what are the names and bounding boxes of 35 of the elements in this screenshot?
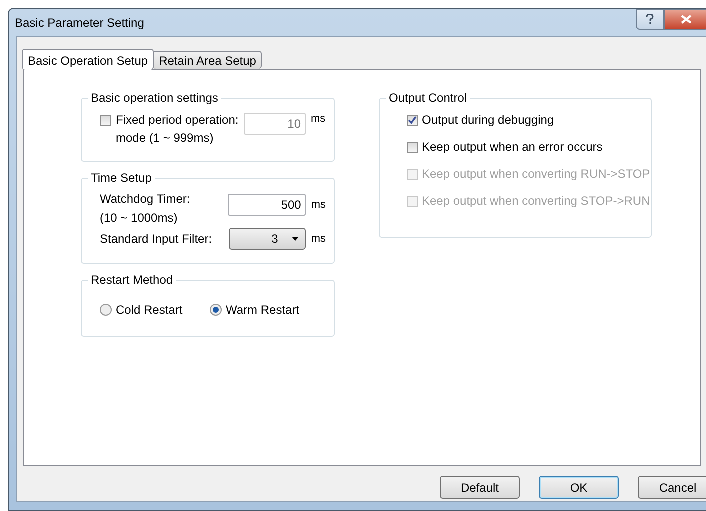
group-title: Restart Method <box>88 273 176 287</box>
watchdog-field[interactable]: 500 <box>228 194 306 216</box>
filter-dropdown[interactable]: 3 <box>229 228 306 250</box>
group-title: Basic operation settings <box>88 91 222 105</box>
unit-label: ms <box>311 113 326 125</box>
radio-label: Warm Restart <box>226 303 300 317</box>
checkbox[interactable] <box>407 114 418 126</box>
help-button[interactable] <box>636 9 664 30</box>
dialog-button[interactable]: Cancel <box>638 476 706 499</box>
range-label: mode (1 ~ 999ms) <box>115 131 215 145</box>
checkbox[interactable] <box>407 142 418 152</box>
radio-button[interactable] <box>100 304 112 316</box>
group-title: Time Setup <box>88 171 155 185</box>
checkbox-label: Fixed period operation: <box>116 113 239 127</box>
checkbox-label: Output during debugging <box>422 113 554 127</box>
radio-button[interactable] <box>210 304 222 316</box>
unit-label: ms <box>311 233 326 245</box>
radio-label: Cold Restart <box>116 303 183 317</box>
checkbox-label: Keep output when converting STOP->RUN <box>422 194 650 208</box>
watchdog-label: Watchdog Timer: <box>100 192 192 206</box>
tab[interactable]: Retain Area Setup <box>153 51 262 69</box>
range-label: (10 ~ 1000ms) <box>100 211 179 225</box>
dialog-button[interactable]: Default <box>440 476 520 499</box>
help-icon <box>646 14 654 25</box>
unit-label: ms <box>311 199 326 211</box>
filter-label: Standard Input Filter: <box>100 232 214 246</box>
window-title: Basic Parameter Setting <box>15 16 144 30</box>
group-title: Output Control <box>386 91 470 105</box>
dialog-button[interactable]: OK <box>539 476 619 499</box>
checkbox-label: Keep output when an error occurs <box>422 140 603 154</box>
tab[interactable]: Basic Operation Setup <box>22 49 154 70</box>
close-icon <box>681 15 692 24</box>
close-button[interactable] <box>664 9 706 30</box>
caret-icon <box>292 237 300 241</box>
checkbox-label: Keep output when converting RUN->STOP <box>422 167 650 181</box>
